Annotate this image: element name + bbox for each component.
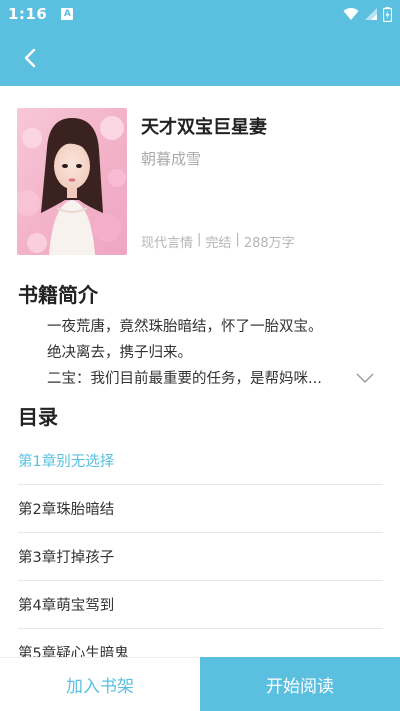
meta-separator: |: [235, 232, 240, 247]
status-icons: [343, 6, 392, 22]
book-word-count: 288万字: [243, 236, 295, 251]
toc-heading: 目录: [18, 405, 58, 429]
signal-icon: [365, 8, 377, 20]
book-intro[interactable]: 一夜荒唐，竟然珠胎暗结，怀了一胎双宝。 绝决离去，携子归来。 二宝：我们目前最重…: [18, 314, 358, 392]
book-genre: 现代言情: [141, 236, 194, 251]
bottom-action-bar: 加入书架 开始阅读: [0, 657, 400, 711]
book-meta: 现代言情 | 完结 | 288万字: [141, 232, 295, 251]
expand-intro-button[interactable]: [356, 368, 374, 387]
intro-heading: 书籍简介: [18, 283, 98, 307]
book-cover: [17, 108, 127, 255]
start-reading-button[interactable]: 开始阅读: [200, 657, 400, 711]
status-bar: 1:16 A: [0, 0, 400, 28]
battery-icon: [383, 6, 392, 22]
chapter-list: 第1章别无选择 第2章珠胎暗结 第3章打掉孩子 第4章萌宝驾到 第5章疑心生暗鬼: [18, 437, 383, 677]
chapter-item[interactable]: 第4章萌宝驾到: [18, 581, 383, 629]
intro-line: 绝决离去，携子归来。: [47, 345, 192, 361]
notification-icon: A: [61, 8, 74, 20]
chapter-item[interactable]: 第3章打掉孩子: [18, 533, 383, 581]
chapter-item[interactable]: 第1章别无选择: [18, 437, 383, 485]
book-status: 完结: [205, 236, 232, 251]
chevron-down-icon: [356, 373, 374, 383]
back-button[interactable]: [14, 42, 46, 74]
book-title: 天才双宝巨星妻: [141, 117, 267, 138]
wifi-icon: [343, 7, 359, 20]
meta-separator: |: [197, 232, 202, 247]
status-time: 1:16: [8, 5, 48, 23]
intro-line: 二宝：我们目前最重要的任务，是帮妈咪...: [47, 371, 322, 387]
app-toolbar: [0, 28, 400, 86]
chapter-item[interactable]: 第2章珠胎暗结: [18, 485, 383, 533]
add-to-shelf-button[interactable]: 加入书架: [0, 657, 200, 711]
book-author[interactable]: 朝暮成雪: [141, 148, 201, 169]
chevron-left-icon: [24, 48, 36, 68]
intro-line: 一夜荒唐，竟然珠胎暗结，怀了一胎双宝。: [47, 319, 323, 335]
